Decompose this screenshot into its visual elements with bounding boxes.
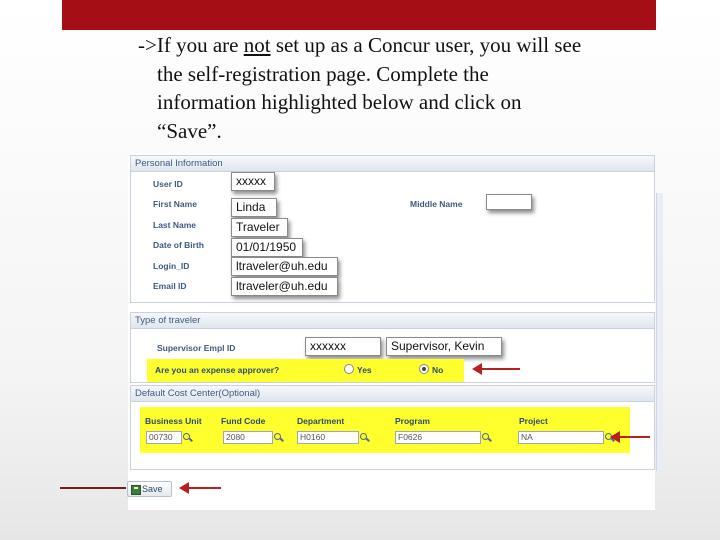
business-unit-label: Business Unit xyxy=(145,416,202,426)
project-label: Project xyxy=(519,416,548,426)
instruction-line-3: information highlighted below and click … xyxy=(157,90,522,114)
expense-approver-question: Are you an expense approver? xyxy=(155,365,280,375)
arrow-head-icon xyxy=(179,482,189,494)
last-name-label: Last Name xyxy=(153,220,196,230)
first-name-label: First Name xyxy=(153,199,197,209)
last-name-field[interactable]: Traveler xyxy=(231,218,288,237)
fund-code-input[interactable]: 2080 xyxy=(223,431,273,444)
brand-bar xyxy=(62,0,656,30)
fund-code-label: Fund Code xyxy=(221,416,266,426)
business-unit-lookup-icon[interactable] xyxy=(183,433,193,442)
program-label: Program xyxy=(395,416,430,426)
arrow-head-icon xyxy=(472,363,482,375)
date-of-birth-label: Date of Birth xyxy=(153,240,204,250)
email-id-label: Email ID xyxy=(153,281,187,291)
user-id-label: User ID xyxy=(153,179,183,189)
type-of-traveler-header: Type of traveler xyxy=(131,313,654,329)
save-button-label: Save xyxy=(142,484,163,494)
fund-code-lookup-icon[interactable] xyxy=(274,433,284,442)
arrow-head-icon xyxy=(610,431,620,443)
department-label: Department xyxy=(297,416,345,426)
instruction-text: ->If you are not set up as a Concur user… xyxy=(138,31,678,145)
approver-red-arrow xyxy=(472,363,520,375)
default-cost-center-header: Default Cost Center(Optional) xyxy=(131,386,654,402)
instruction-line-1: ->If you are not set up as a Concur user… xyxy=(138,33,582,57)
approver-yes-radio[interactable] xyxy=(344,364,354,374)
login-id-field[interactable]: ltraveler@uh.edu xyxy=(231,257,338,276)
department-input[interactable]: H0160 xyxy=(297,431,359,444)
supervisor-empl-id-field[interactable]: xxxxxx xyxy=(305,337,381,356)
login-id-label: Login_ID xyxy=(153,261,190,271)
instruction-emphasis: not xyxy=(243,33,271,57)
instruction-line-4: “Save”. xyxy=(157,118,222,143)
approver-no-label: No xyxy=(432,365,444,375)
program-input[interactable]: F0626 xyxy=(395,431,481,444)
save-button[interactable]: Save xyxy=(127,481,172,497)
save-icon xyxy=(131,485,141,495)
personal-information-header: Personal Information xyxy=(131,156,654,172)
middle-name-field[interactable] xyxy=(486,194,532,210)
personal-information-section: Personal Information xyxy=(130,155,655,303)
email-id-field[interactable]: ltraveler@uh.edu xyxy=(231,277,338,296)
project-red-arrow xyxy=(610,431,650,443)
business-unit-input[interactable]: 00730 xyxy=(146,431,182,444)
date-of-birth-field[interactable]: 01/01/1950 xyxy=(231,238,303,257)
cost-center-highlight xyxy=(140,407,630,453)
save-red-arrow xyxy=(179,482,221,494)
project-input[interactable]: NA xyxy=(518,431,604,444)
program-lookup-icon[interactable] xyxy=(482,433,492,442)
instruction-line-2: the self-registration page. Complete the xyxy=(157,61,489,86)
middle-name-label: Middle Name xyxy=(410,199,463,209)
user-id-field[interactable]: xxxxx xyxy=(231,172,275,191)
supervisor-empl-id-label: Supervisor Empl ID xyxy=(157,343,236,353)
first-name-field[interactable]: Linda xyxy=(231,198,277,217)
approver-yes-label: Yes xyxy=(357,365,372,375)
save-pointer-line xyxy=(60,487,126,489)
department-lookup-icon[interactable] xyxy=(360,433,370,442)
screenshot-edge xyxy=(656,193,663,471)
supervisor-name-field: Supervisor, Kevin xyxy=(386,337,502,356)
approver-no-radio[interactable] xyxy=(419,364,429,374)
